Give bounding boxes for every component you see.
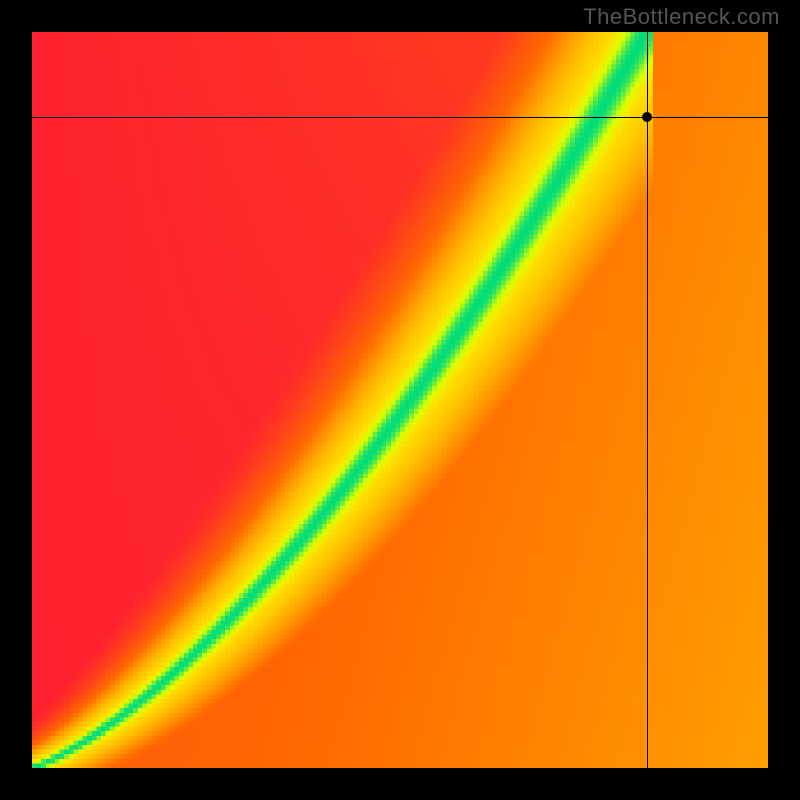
heatmap-canvas [32,32,768,768]
watermark-text: TheBottleneck.com [583,4,780,30]
heatmap-plot [32,32,768,768]
